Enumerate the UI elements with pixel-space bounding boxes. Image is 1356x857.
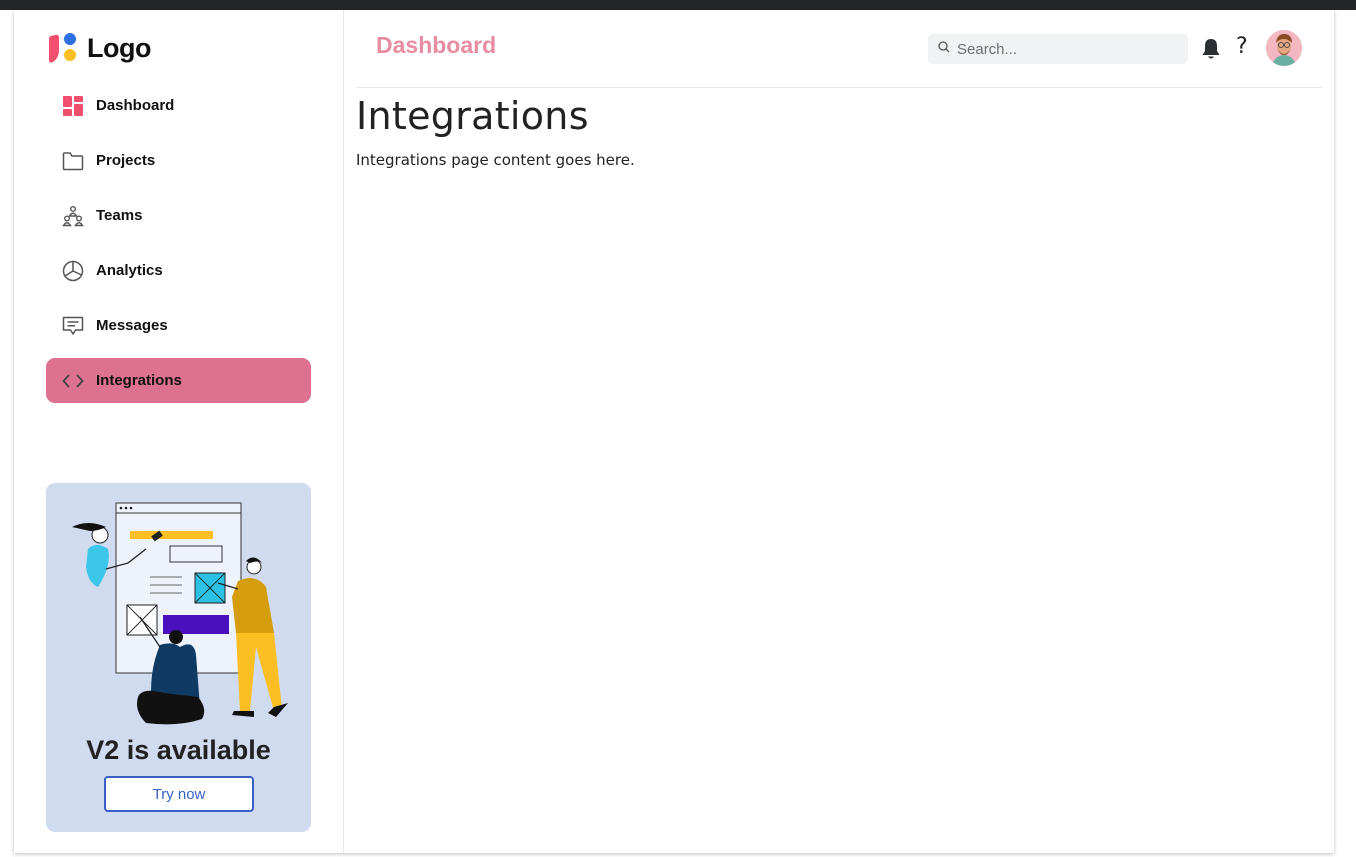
team-illustration (72, 502, 288, 725)
main-content: Integrations Integrations page content g… (356, 90, 635, 169)
window-top-bar (0, 0, 1356, 10)
page-description: Integrations page content goes here. (356, 151, 635, 169)
upgrade-promo-card: V2 is available Try now (46, 483, 311, 832)
brand-logo[interactable]: Logo (47, 32, 151, 64)
sidebar-item-label: Analytics (96, 262, 163, 279)
user-avatar[interactable] (1266, 30, 1302, 66)
top-header: Dashboard ? (356, 10, 1322, 88)
help-icon[interactable]: ? (1236, 34, 1248, 59)
search-input[interactable] (957, 40, 1177, 58)
sidebar: Logo Dashboard Projects Teams Analytics … (14, 10, 344, 853)
sidebar-item-teams[interactable]: Teams (46, 193, 311, 238)
sidebar-item-label: Dashboard (96, 97, 175, 114)
sidebar-item-label: Teams (96, 207, 143, 224)
folder-icon (62, 150, 84, 172)
sidebar-item-label: Integrations (96, 372, 182, 389)
logo-text: Logo (87, 32, 151, 63)
message-icon (62, 315, 84, 337)
dashboard-grid-icon (62, 95, 84, 117)
notification-bell-icon[interactable] (1201, 38, 1221, 65)
header-title: Dashboard (376, 32, 497, 58)
try-now-button[interactable]: Try now (104, 776, 254, 812)
app-frame: Logo Dashboard Projects Teams Analytics … (14, 10, 1334, 853)
sidebar-item-label: Projects (96, 152, 156, 169)
code-icon (62, 370, 84, 392)
search-icon (938, 40, 950, 58)
sidebar-item-analytics[interactable]: Analytics (46, 248, 311, 293)
logo-icon (49, 33, 76, 63)
sidebar-nav: Dashboard Projects Teams Analytics Messa… (46, 83, 311, 413)
pie-chart-icon (62, 260, 84, 282)
page-title: Integrations (356, 94, 589, 138)
promo-title: V2 is available (86, 735, 271, 765)
sidebar-item-projects[interactable]: Projects (46, 138, 311, 183)
sidebar-item-integrations[interactable]: Integrations (46, 358, 311, 403)
sidebar-item-label: Messages (96, 317, 168, 334)
sidebar-item-dashboard[interactable]: Dashboard (46, 83, 311, 128)
search-box[interactable] (928, 34, 1188, 64)
sidebar-item-messages[interactable]: Messages (46, 303, 311, 348)
teams-icon (62, 205, 84, 227)
